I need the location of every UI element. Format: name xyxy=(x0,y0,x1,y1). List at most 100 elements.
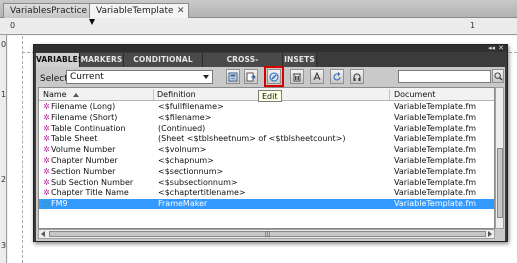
variables-list: Name Definition Document ✲ Filename (Long… xyxy=(38,87,495,229)
variable-definition: <$fullfilename> xyxy=(158,102,224,111)
horizontal-ruler[interactable]: 0 1 xyxy=(0,18,517,35)
page-margin-line xyxy=(22,36,23,263)
tab-insets[interactable]: INSETS xyxy=(283,53,317,67)
convert-icon xyxy=(246,72,256,81)
ruler-mark: 1 xyxy=(470,21,476,30)
variable-name: Chapter Number xyxy=(51,156,118,165)
column-divider[interactable] xyxy=(389,89,390,100)
tab-conditional-text[interactable]: CONDITIONAL TEXT xyxy=(124,53,203,78)
list-item[interactable]: ✲ Chapter Number <$chapnum> VariableTemplat… xyxy=(39,156,494,166)
scrollbar-thumb[interactable]: ||| xyxy=(49,231,486,238)
headphones-button[interactable] xyxy=(350,69,364,84)
list-item[interactable]: ✲ Volume Number <$volnum> VariableTemplate.… xyxy=(39,145,494,155)
tab-stop-marker[interactable] xyxy=(89,19,95,25)
list-item[interactable]: ✲ Filename (Short) <$filename> VariableTemp… xyxy=(39,112,494,123)
delete-icon xyxy=(293,73,301,81)
variable-name: Section Number xyxy=(51,166,116,176)
variable-definition: (Continued) xyxy=(158,123,206,133)
doc-tab-label: VariablesPractice xyxy=(10,6,88,16)
ruler-mark: 3 xyxy=(1,241,7,250)
user-variable-icon: ○ xyxy=(43,199,50,209)
system-variable-icon: ✲ xyxy=(43,145,50,155)
panel-tab-bar: VARIABLES MARKERS CONDITIONAL TEXT CROSS… xyxy=(36,53,505,78)
variable-document: VariableTemplate.fm xyxy=(394,156,477,165)
search-button[interactable] xyxy=(492,69,504,83)
headphones-icon xyxy=(353,73,361,81)
list-item[interactable]: ✲ Table Continuation (Continued) VariableTe… xyxy=(39,123,494,134)
variable-definition: <$volnum> xyxy=(158,145,207,155)
variable-name: Filename (Long) xyxy=(51,102,116,111)
variable-document: VariableTemplate.fm xyxy=(394,145,477,155)
ruler-mark: 2 xyxy=(1,175,7,184)
column-header-document[interactable]: Document xyxy=(394,90,435,99)
column-header-name[interactable]: Name xyxy=(43,90,67,99)
chevron-down-icon xyxy=(203,75,209,79)
horizontal-scrollbar[interactable]: ||| xyxy=(38,229,495,239)
insert-variable-button[interactable] xyxy=(226,69,240,84)
system-variable-icon: ✲ xyxy=(43,166,50,176)
panel-titlebar[interactable]: ◂◂ ✕ xyxy=(34,44,507,52)
variable-name: Filename (Short) xyxy=(51,112,118,122)
vertical-ruler[interactable]: 0 1 2 3 xyxy=(0,35,7,263)
system-variable-icon: ✲ xyxy=(43,102,50,111)
search-input[interactable] xyxy=(398,70,491,83)
list-item[interactable]: ✲ Section Number <$sectionnum> VariableTemp… xyxy=(39,166,494,177)
column-divider[interactable] xyxy=(153,89,154,100)
collapse-icon[interactable]: ◂◂ xyxy=(488,44,495,52)
variable-document: VariableTemplate.fm xyxy=(394,123,477,133)
refresh-icon xyxy=(333,71,341,80)
list-item[interactable]: ✲ Chapter Title Name <$chaptertitlename> Va… xyxy=(39,188,494,198)
system-variable-icon: ✲ xyxy=(43,123,50,133)
update-button[interactable] xyxy=(310,69,324,84)
ruler-mark: 0 xyxy=(1,40,7,49)
scrollbar-grip: ||| xyxy=(264,231,271,238)
scroll-right-icon[interactable] xyxy=(488,231,492,237)
scroll-left-icon[interactable] xyxy=(41,231,45,237)
variable-document: VariableTemplate.fm xyxy=(394,102,477,111)
variable-definition: <$chapnum> xyxy=(158,156,214,165)
tab-variables[interactable]: VARIABLES xyxy=(36,53,83,67)
edit-icon xyxy=(269,72,279,81)
delete-button[interactable] xyxy=(290,69,304,84)
edit-button[interactable] xyxy=(264,66,284,87)
doc-tab-variabletemplate[interactable]: VariableTemplate ✕ xyxy=(89,3,189,19)
close-icon[interactable]: ✕ xyxy=(498,44,504,52)
variable-name: Sub Section Number xyxy=(51,177,134,187)
select-value: Current xyxy=(70,72,104,82)
variable-definition: <$subsectionnum> xyxy=(158,177,238,187)
tab-markers[interactable]: MARKERS xyxy=(80,53,124,67)
variable-definition: <$chaptertitlename> xyxy=(158,188,246,198)
list-item[interactable]: ✲ Sub Section Number <$subsectionnum> Varia… xyxy=(39,177,494,188)
select-dropdown[interactable]: Current xyxy=(66,70,213,84)
close-icon[interactable]: ✕ xyxy=(177,4,185,18)
sort-ascending-icon xyxy=(73,93,79,97)
scrollbar-thumb[interactable] xyxy=(497,148,503,218)
variable-definition: <$filename> xyxy=(158,112,212,122)
doc-tab-label: VariableTemplate xyxy=(96,6,174,16)
refresh-button[interactable] xyxy=(330,69,344,84)
variable-name: FM9 xyxy=(51,199,68,209)
ruler-mark: 1 xyxy=(1,90,7,99)
variable-name: Table Sheet xyxy=(51,134,98,144)
variable-name: Table Continuation xyxy=(51,123,126,133)
convert-to-text-button[interactable] xyxy=(244,69,258,84)
variable-definition: (Sheet <$tblsheetnum> of <$tblsheetcount… xyxy=(158,134,346,144)
system-variable-icon: ✲ xyxy=(43,188,50,198)
system-variable-icon: ✲ xyxy=(43,156,50,165)
search-icon xyxy=(493,71,503,81)
variable-name: Chapter Title Name xyxy=(51,188,129,198)
doc-tab-variablespractice[interactable]: VariablesPractice ✕ xyxy=(3,3,103,18)
vertical-scrollbar[interactable] xyxy=(495,87,504,229)
ruler-mark: 0 xyxy=(10,21,16,30)
variable-document: VariableTemplate.fm xyxy=(394,188,477,198)
column-header-definition[interactable]: Definition xyxy=(157,90,196,99)
system-variable-icon: ✲ xyxy=(43,134,50,144)
variable-definition: <$sectionnum> xyxy=(158,166,224,176)
list-item[interactable]: ✲ Filename (Long) <$fullfilename> VariableT… xyxy=(39,102,494,112)
variable-document: VariableTemplate.fm xyxy=(394,134,477,144)
tab-cross-references[interactable]: CROSS-REFERENCES xyxy=(203,53,283,78)
list-item[interactable]: ✲ Table Sheet (Sheet <$tblsheetnum> of <$t… xyxy=(39,134,494,144)
variable-definition: FrameMaker xyxy=(158,199,208,209)
list-item[interactable]: ○ FM9 FrameMaker VariableTemplate.fm xyxy=(39,199,494,210)
tooltip: Edit xyxy=(258,90,282,102)
